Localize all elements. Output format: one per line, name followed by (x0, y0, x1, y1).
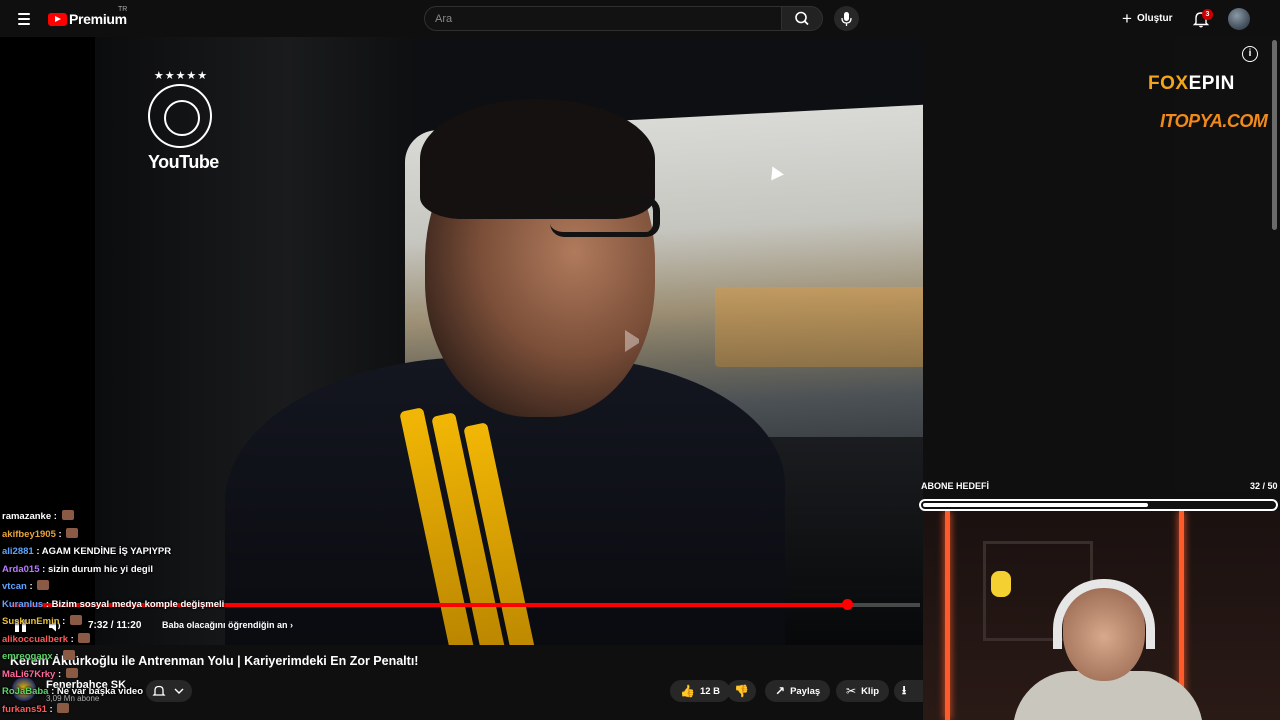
goal-count: 32 / 50 (1250, 481, 1278, 491)
emote-icon (57, 702, 70, 713)
chat-message: SuskunEmin : (2, 613, 302, 631)
clip-button[interactable]: ✂ Klip (836, 680, 890, 702)
overlay-brand-text: YouTube (148, 152, 219, 172)
goal-label: ABONE HEDEFİ (921, 481, 990, 491)
clip-label: Klip (861, 685, 880, 697)
foxepin-logo: FOXEPIN (1148, 73, 1235, 94)
chat-username: MaLi67Krky (2, 668, 56, 680)
thumbs-up-icon: 👍 (680, 684, 695, 698)
stream-overlay-panel (1175, 37, 1280, 492)
chat-separator: : (48, 686, 57, 697)
chat-username: Arda015 (2, 563, 40, 575)
emote-icon (63, 650, 76, 660)
dislike-button[interactable]: 👎 (727, 680, 756, 702)
stars-icon: ★★★★★ (153, 70, 209, 82)
chat-separator: : (51, 511, 60, 522)
top-bar: Premium TR + Oluştur 3 (0, 0, 1280, 37)
itopya-logo: ITOPYA.COM (1160, 111, 1268, 131)
subscriber-goal-bar (919, 499, 1278, 511)
search-button[interactable] (781, 6, 823, 31)
emote-icon (66, 527, 79, 538)
emote-icon (78, 632, 91, 643)
webcam-feed (923, 511, 1280, 720)
chat-text: Ne var başka video (56, 686, 143, 697)
voice-search-button[interactable] (834, 6, 859, 31)
chat-message: alikoccualberk : (2, 631, 302, 649)
chat-text: Bizim sosyal medya komple değişmeli (51, 598, 225, 610)
chat-username: RoJaBaba (2, 686, 49, 697)
info-icon[interactable]: i (1242, 46, 1258, 62)
emote-icon (37, 580, 50, 590)
chat-separator: : (33, 546, 42, 557)
youtube-premium-logo[interactable]: Premium TR (48, 6, 128, 29)
scissors-icon: ✂ (846, 684, 857, 698)
seek-bar-handle[interactable] (842, 599, 853, 610)
download-icon: ⭳ (902, 682, 907, 697)
chat-message: furkans51 : (2, 701, 302, 719)
share-label: Paylaş (790, 685, 821, 697)
chat-username: ramazanke (2, 511, 52, 522)
chat-username: emreoganx (2, 651, 53, 662)
hamburger-menu-icon[interactable] (12, 8, 36, 30)
search-input[interactable] (425, 7, 781, 30)
chat-username: SuskunEmin (2, 616, 60, 627)
chat-username: Kuranlus (2, 598, 44, 610)
chat-separator: : (59, 616, 68, 627)
chat-separator: : (68, 633, 77, 645)
chat-text: AGAM KENDİNE İŞ YAPIYPR (41, 546, 172, 557)
chat-message: Arda015 : sizin durum hic yi degil (2, 561, 302, 579)
club-crest-icon (148, 84, 212, 148)
chat-message: MaLi67Krky : (2, 666, 302, 684)
plus-icon: + (1122, 8, 1132, 28)
create-label: Oluştur (1136, 12, 1173, 24)
chat-message: ali2881 : AGAM KENDİNE İŞ YAPIYPR (2, 543, 302, 561)
emote-icon (65, 667, 78, 678)
page-scrollbar[interactable] (1272, 40, 1277, 230)
like-count: 12 B (699, 685, 721, 697)
share-icon: ↗ (775, 684, 786, 698)
chat-message: ramazanke : (2, 508, 302, 526)
chat-message: akifbey1905 : (2, 526, 302, 544)
account-avatar[interactable] (1228, 8, 1250, 30)
logo-text: Premium (69, 11, 127, 27)
figure-toy (991, 571, 1011, 597)
goal-bar-fill (923, 503, 1148, 507)
chat-message: vtcan : (2, 578, 302, 596)
download-button[interactable]: ⭳ (894, 680, 923, 702)
neon-light (945, 511, 950, 720)
chat-separator: : (43, 598, 52, 610)
share-button[interactable]: ↗ Paylaş (765, 680, 831, 702)
region-code: TR (118, 6, 128, 13)
chat-username: furkans51 (2, 703, 47, 715)
search-icon (795, 11, 809, 26)
chat-overlay: ramazanke : akifbey1905 : ali2881 : AGAM… (2, 508, 302, 718)
chat-separator: : (55, 668, 64, 680)
chat-text: sizin durum hic yi degil (47, 563, 153, 575)
center-play-icon (625, 330, 647, 352)
chat-message: RoJaBaba : Ne var başka video (2, 683, 302, 701)
chat-separator: : (26, 581, 36, 592)
background-building (715, 287, 923, 367)
chat-username: akifbey1905 (2, 528, 56, 540)
glasses (550, 197, 660, 237)
chat-message: emreoganx : (2, 648, 302, 666)
thumbs-down-icon: 👎 (734, 684, 749, 698)
emote-icon (61, 510, 74, 520)
chat-separator: : (55, 528, 65, 540)
create-button[interactable]: + Oluştur (1114, 7, 1181, 29)
chat-username: alikoccualberk (2, 633, 69, 645)
microphone-icon (841, 12, 852, 26)
chat-separator: : (46, 703, 56, 715)
fenerbahce-watermark: ★★★★★ YouTube (148, 69, 219, 173)
notification-badge: 3 (1202, 9, 1213, 20)
youtube-play-icon (48, 12, 67, 26)
chat-username: ali2881 (2, 546, 34, 557)
emote-icon (70, 615, 82, 625)
chat-message: Kuranlus : Bizim sosyal medya komple değ… (2, 596, 302, 614)
search-box (424, 6, 782, 31)
chat-username: vtcan (2, 581, 27, 592)
like-button[interactable]: 👍 12 B (670, 680, 731, 702)
chat-separator: : (39, 563, 48, 575)
chat-separator: : (52, 651, 62, 662)
